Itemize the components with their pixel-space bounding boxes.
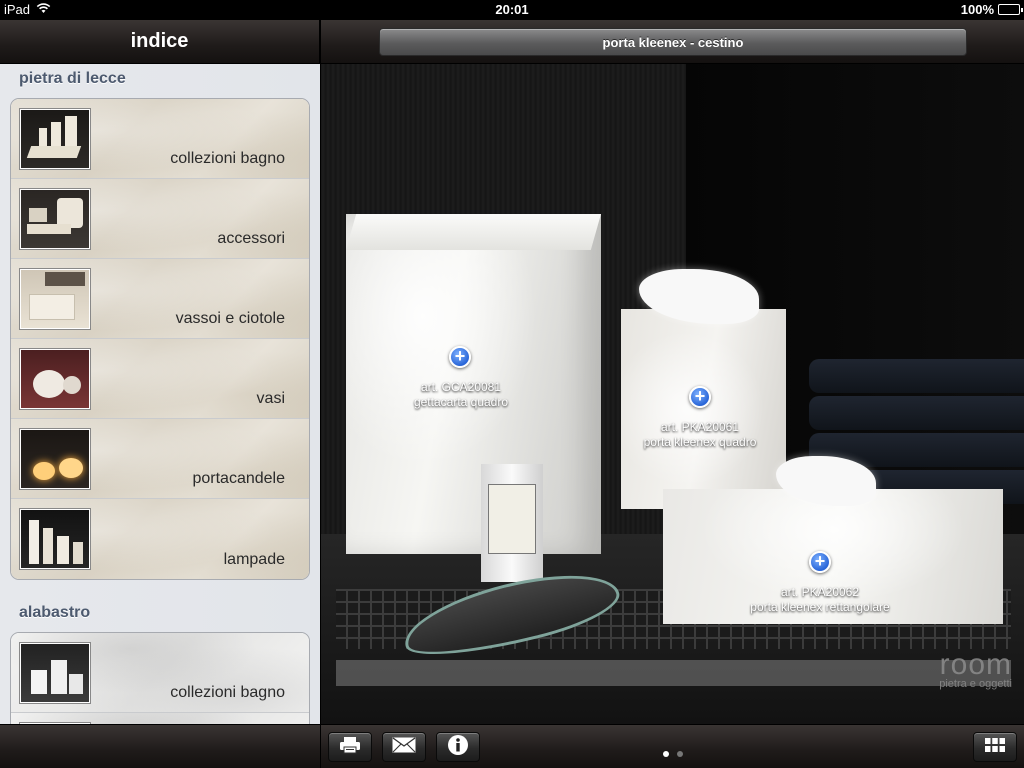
sidebar-item-vassoi-e-ciotole[interactable]: vassoi e ciotole [11,259,309,339]
sidebar-item-label: vassoi e ciotole [175,310,285,327]
battery-icon [998,4,1023,15]
thumbnail-image [20,189,90,249]
section-title-alabastro: alabastro [19,604,91,621]
sidebar-title: indice [130,30,189,52]
brand-watermark: room pietra e oggetti [939,648,1012,691]
sidebar-item-label: vasi [256,390,285,407]
sidebar-item-vasi[interactable]: vasi [11,339,309,419]
grid-view-button[interactable] [973,732,1017,762]
sidebar-list[interactable]: pietra di lecce collezioni bagno accesso… [0,64,320,724]
product-photo[interactable]: + art. GCA20081 gettacarta quadro + art.… [321,64,1024,724]
product-label-pka20061: art. PKA20061 porta kleenex quadro [620,420,780,450]
sidebar-item-lampade[interactable]: lampade [11,499,309,579]
thumbnail-image [20,349,90,409]
main-header: porta kleenex - cestino [321,20,1024,64]
product-name: porta kleenex quadro [643,435,757,449]
thumbnail-image [20,269,90,329]
product-name: porta kleenex rettangolare [750,600,890,614]
sidebar-item-label: collezioni bagno [170,150,285,167]
bottom-toolbar [321,724,1024,768]
page-dot-1[interactable] [662,751,669,757]
section-group-alabastro: collezioni bagno [10,632,310,724]
page-dot-2[interactable] [676,751,683,757]
product-label-pka20062: art. PKA20062 porta kleenex rettangolare [720,585,920,615]
section-title-pietra-di-lecce: pietra di lecce [19,70,126,87]
product-code: art. PKA20062 [780,585,860,599]
sidebar-item-label: collezioni bagno [170,684,285,701]
sidebar-item-label: portacandele [192,470,285,487]
product-hotspot-gca20081[interactable]: + [449,346,471,368]
thumbnail-image [20,509,90,569]
thumbnail-image [20,429,90,489]
sidebar-item-label: accessori [217,230,285,247]
grid-icon [984,737,1006,758]
product-name: gettacarta quadro [413,395,509,409]
battery-percent: 100% [960,2,994,17]
sidebar-item-label: lampade [223,551,285,568]
sidebar-item-accessori[interactable]: accessori [11,179,309,259]
product-label-gca20081: art. GCA20081 gettacarta quadro [381,380,541,410]
sidebar-footer [0,724,320,768]
product-basket-rim [346,214,601,250]
status-bar: iPad 20:01 100% [0,0,1024,20]
thumbnail-image [20,109,90,169]
product-code: art. GCA20081 [420,380,502,394]
sidebar-item-portacandele[interactable]: portacandele [11,419,309,499]
product-hotspot-pka20061[interactable]: + [689,386,711,408]
product-hotspot-pka20062[interactable]: + [809,551,831,573]
status-time: 20:01 [495,2,529,17]
product-code: art. PKA20061 [660,420,740,434]
battery-group: 100% [960,2,1023,17]
sidebar-header: indice [0,20,319,64]
brand-tagline: pietra e oggetti [939,678,1012,690]
thumbnail-image [20,643,90,703]
section-group-pietra-di-lecce: collezioni bagno accessori vassoi e ciot… [10,98,310,580]
sidebar: indice pietra di lecce collezioni bagno [0,20,320,768]
sidebar-item-collezioni-bagno[interactable]: collezioni bagno [11,99,309,179]
brand-logo-text: room [939,648,1012,681]
page-indicator[interactable] [321,744,1024,762]
photo-bottle-label [488,484,536,554]
sidebar-item-alabastro-collezioni-bagno[interactable]: collezioni bagno [11,633,309,713]
page-title: porta kleenex - cestino [379,28,967,56]
product-tissue-box-square [621,309,786,509]
main-panel: porta kleenex - cestino + art. GCA20081 … [321,20,1024,768]
caption-bar [336,660,1011,686]
sidebar-item-alabastro-next[interactable] [11,713,309,724]
